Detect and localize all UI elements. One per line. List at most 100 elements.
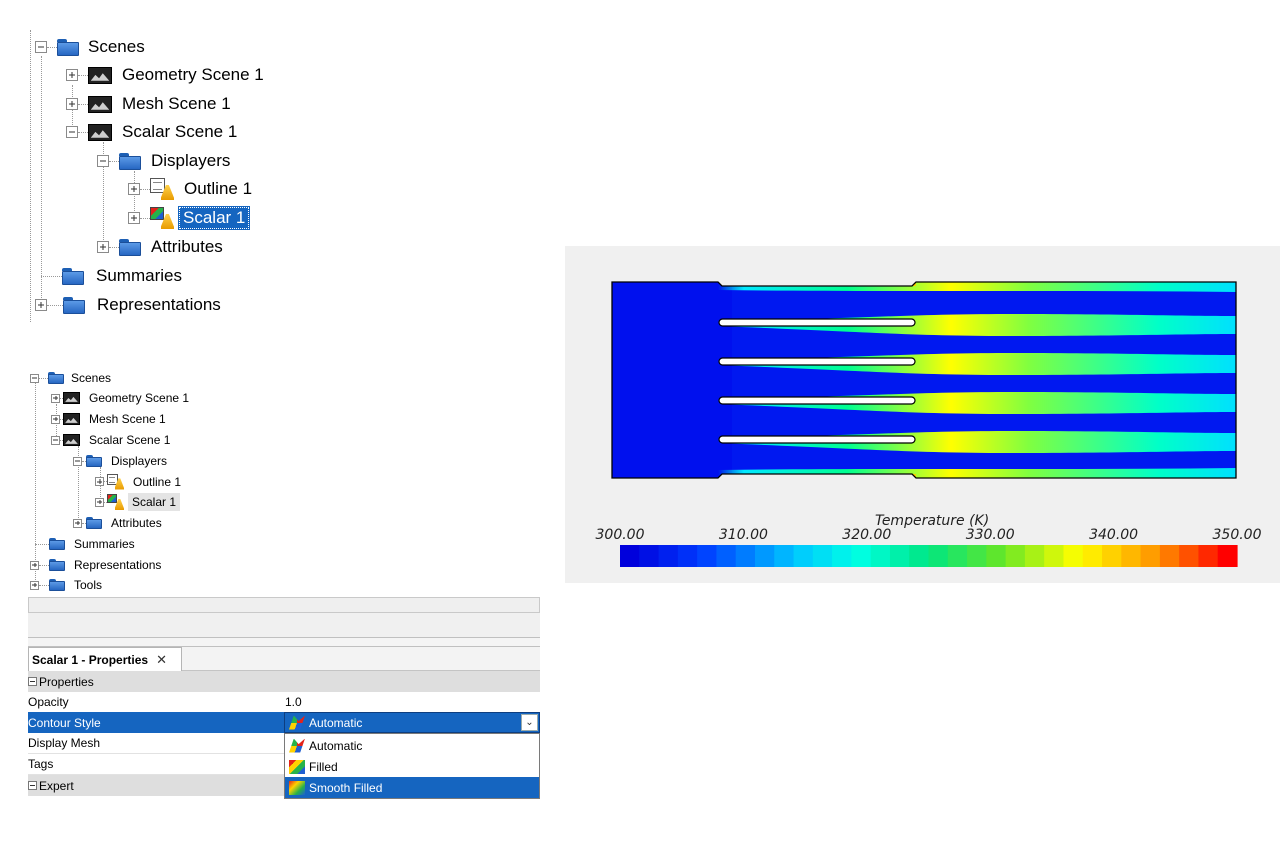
expand-toggle-icon[interactable] bbox=[95, 477, 104, 486]
scene-icon bbox=[63, 413, 80, 425]
tree-item-label: Scalar 1 bbox=[178, 206, 251, 230]
folder-icon bbox=[86, 517, 102, 529]
group-properties[interactable]: Properties bbox=[28, 671, 540, 692]
property-name: Contour Style bbox=[28, 715, 101, 730]
tree-item-attributes[interactable]: Attributes bbox=[97, 236, 223, 258]
tree-item-scenes[interactable]: Scenes bbox=[30, 370, 111, 386]
option-label: Automatic bbox=[309, 738, 363, 753]
expand-toggle-icon[interactable] bbox=[51, 414, 60, 424]
property-row-contour-style[interactable]: Contour Style bbox=[28, 712, 284, 733]
colorbar-band bbox=[832, 545, 852, 567]
scene-icon bbox=[88, 66, 112, 84]
colorbar-tick-label: 330.00 bbox=[965, 527, 1015, 543]
option-automatic[interactable]: Automatic bbox=[285, 735, 539, 756]
temperature-colorbar bbox=[620, 545, 1238, 567]
tree-item-summaries[interactable]: Summaries bbox=[41, 265, 182, 287]
collapse-toggle-icon[interactable] bbox=[35, 41, 47, 53]
colorbar-band bbox=[947, 545, 968, 567]
tree-item-displayers[interactable]: Displayers bbox=[73, 453, 167, 469]
close-icon[interactable]: ✕ bbox=[156, 652, 167, 668]
expand-toggle-icon[interactable] bbox=[35, 299, 47, 311]
opacity-value[interactable]: 1.0 bbox=[284, 692, 540, 712]
tree-item-scalar-scene[interactable]: Scalar Scene 1 bbox=[51, 432, 170, 448]
property-row-display-mesh[interactable]: Display Mesh bbox=[28, 733, 284, 754]
colorbar-band bbox=[889, 545, 910, 567]
tree-item-label: Outline 1 bbox=[133, 474, 182, 489]
expand-toggle-icon[interactable] bbox=[128, 212, 140, 224]
tree-item-tools[interactable]: Tools bbox=[30, 577, 102, 593]
scalar-scene-viewport[interactable]: Temperature (K) 300.00 310.00 320.00 330.00… bbox=[565, 246, 1280, 583]
tree-item-scalar-scene[interactable]: Scalar Scene 1 bbox=[66, 121, 237, 143]
colorbar-band bbox=[754, 545, 775, 567]
contour-style-select[interactable]: Automatic ⌄ bbox=[284, 712, 540, 733]
colorbar-band bbox=[1179, 545, 1200, 567]
colorbar-band bbox=[812, 545, 833, 567]
option-smooth-filled[interactable]: Smooth Filled bbox=[285, 777, 539, 798]
collapse-toggle-icon[interactable] bbox=[73, 456, 82, 466]
horizontal-scrollbar[interactable] bbox=[28, 597, 540, 613]
tree-item-representations[interactable]: Representations bbox=[30, 557, 161, 573]
tree-item-geometry-scene[interactable]: Geometry Scene 1 bbox=[51, 390, 189, 406]
outline-displayer-icon bbox=[107, 473, 124, 490]
folder-icon bbox=[62, 267, 84, 285]
expand-toggle-icon[interactable] bbox=[128, 183, 140, 195]
tree-item-displayers[interactable]: Displayers bbox=[97, 150, 230, 172]
colorbar-band bbox=[967, 545, 987, 567]
tree-item-label: Attributes bbox=[151, 237, 223, 256]
tree-item-representations[interactable]: Representations bbox=[35, 294, 221, 316]
colorbar-band bbox=[1217, 545, 1238, 567]
tree-item-mesh-scene[interactable]: Mesh Scene 1 bbox=[51, 411, 166, 427]
tree-item-attributes[interactable]: Attributes bbox=[73, 515, 162, 531]
colorbar-band bbox=[909, 545, 930, 567]
tree-item-summaries[interactable]: Summaries bbox=[35, 536, 135, 552]
tree-item-scalar[interactable]: Scalar 1 bbox=[128, 206, 251, 230]
tree-item-geometry-scene[interactable]: Geometry Scene 1 bbox=[66, 64, 264, 86]
property-row-opacity[interactable]: Opacity 1.0 bbox=[28, 692, 540, 713]
expand-toggle-icon[interactable] bbox=[66, 98, 78, 110]
contour-field bbox=[612, 282, 1236, 478]
collapse-toggle-icon[interactable] bbox=[28, 781, 37, 790]
tab-scalar-properties[interactable]: Scalar 1 - Properties ✕ bbox=[28, 647, 182, 671]
filled-contour-icon bbox=[289, 759, 305, 774]
collapse-toggle-icon[interactable] bbox=[28, 677, 37, 686]
collapse-toggle-icon[interactable] bbox=[30, 373, 39, 383]
collapse-toggle-icon[interactable] bbox=[97, 155, 109, 167]
property-name: Tags bbox=[28, 757, 54, 771]
tree-item-outline[interactable]: Outline 1 bbox=[128, 178, 252, 200]
option-filled[interactable]: Filled bbox=[285, 756, 539, 777]
expand-toggle-icon[interactable] bbox=[30, 580, 39, 590]
collapse-toggle-icon[interactable] bbox=[66, 126, 78, 138]
expand-toggle-icon[interactable] bbox=[30, 560, 39, 570]
colorbar-tick-label: 340.00 bbox=[1089, 527, 1139, 543]
tree-item-label: Summaries bbox=[74, 537, 135, 551]
expand-toggle-icon[interactable] bbox=[97, 241, 109, 253]
tree-item-scenes[interactable]: Scenes bbox=[35, 36, 145, 58]
expand-toggle-icon[interactable] bbox=[73, 518, 82, 528]
splitter[interactable] bbox=[28, 637, 540, 647]
colorbar-band bbox=[851, 545, 872, 567]
expand-toggle-icon[interactable] bbox=[95, 497, 104, 507]
tree-item-label: Displayers bbox=[151, 151, 231, 170]
expand-toggle-icon[interactable] bbox=[66, 69, 78, 81]
tab-title: Scalar 1 - Properties bbox=[32, 652, 149, 667]
contour-style-dropdown: Automatic Filled Smooth Filled bbox=[284, 733, 540, 799]
group-expert[interactable]: Expert bbox=[28, 775, 284, 796]
property-row-tags[interactable]: Tags bbox=[28, 754, 284, 775]
tree-item-outline[interactable]: Outline 1 bbox=[95, 473, 181, 490]
property-name: Opacity bbox=[28, 695, 69, 709]
temperature-contour-plot bbox=[611, 281, 1238, 567]
tree-item-scalar[interactable]: Scalar 1 bbox=[95, 493, 181, 511]
colorbar-band bbox=[986, 545, 1007, 567]
tree-item-mesh-scene[interactable]: Mesh Scene 1 bbox=[66, 93, 231, 115]
folder-icon bbox=[119, 238, 141, 256]
scene-icon bbox=[88, 123, 112, 141]
folder-icon bbox=[86, 455, 102, 467]
colorbar-band bbox=[1102, 545, 1122, 567]
collapse-toggle-icon[interactable] bbox=[51, 435, 60, 445]
expand-toggle-icon[interactable] bbox=[51, 393, 60, 403]
tree-item-label: Tools bbox=[74, 578, 103, 592]
tree-item-label: Scenes bbox=[71, 371, 112, 385]
colorbar-band bbox=[774, 545, 795, 567]
smooth-filled-contour-icon bbox=[289, 780, 305, 795]
chevron-down-icon[interactable]: ⌄ bbox=[521, 714, 538, 731]
